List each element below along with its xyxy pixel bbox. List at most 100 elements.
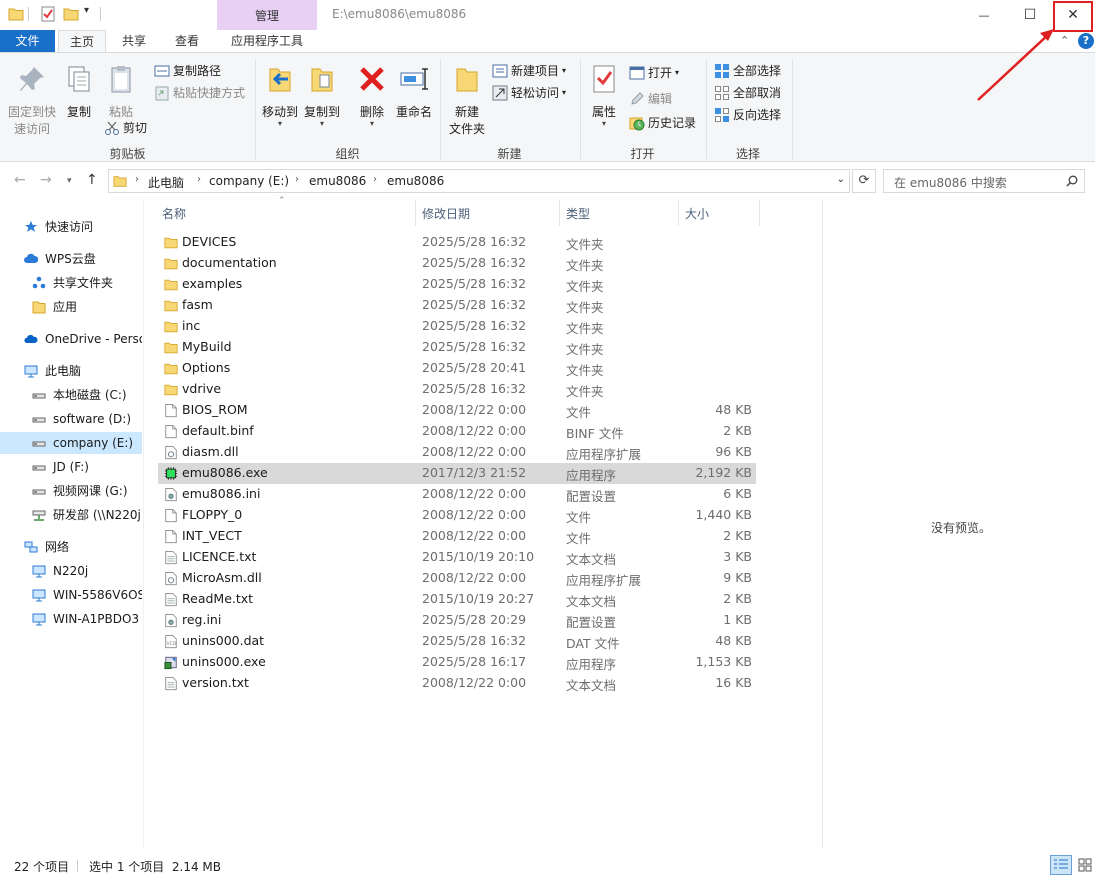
sidebar-item[interactable]: 共享文件夹 [0,272,142,294]
up-arrow-icon[interactable]: ↑ [86,172,98,188]
file-date: 2008/12/22 0:00 [422,444,527,459]
file-row[interactable]: emu8086.exe 2017/12/3 21:52 应用程序 2,192 KB [158,463,756,484]
history-button[interactable]: 历史记录 [629,113,696,133]
file-row[interactable]: LICENCE.txt 2015/10/19 20:10 文本文档 3 KB [158,547,756,568]
file-row[interactable]: MyBuild 2025/5/28 16:32 文件夹 [158,337,756,358]
address-dropdown-icon[interactable]: ⌄ [837,174,845,185]
properties-button[interactable]: 属性 ▾ [588,63,620,128]
pin-quick-access-button[interactable]: 固定到快 速访问 [6,63,58,138]
copy-to-icon [311,68,333,92]
back-arrow-icon[interactable]: ← [14,172,26,188]
column-header-type[interactable]: 类型 [566,205,590,222]
file-type: 应用程序 [566,657,617,672]
sidebar-item[interactable]: company (E:) [0,432,142,454]
file-row[interactable]: emu8086.ini 2008/12/22 0:00 配置设置 6 KB [158,484,756,505]
file-row[interactable]: version.txt 2008/12/22 0:00 文本文档 16 KB [158,673,756,694]
copy-path-button[interactable]: 复制路径 [154,61,221,81]
file-row[interactable]: MicroAsm.dll 2008/12/22 0:00 应用程序扩展 9 KB [158,568,756,589]
rename-button[interactable]: 重命名 [394,63,434,121]
sidebar-item[interactable]: 此电脑 [0,360,142,382]
sidebar-item[interactable]: WIN-A1PBDO3 [0,608,142,630]
recent-locations-icon[interactable]: ▾ [67,176,72,186]
search-input[interactable]: 在 emu8086 中搜索 [883,169,1085,193]
paste-shortcut-button[interactable]: 粘贴快捷方式 [154,83,245,103]
file-size: 9 KB [723,570,752,585]
file-row[interactable]: reg.ini 2025/5/28 20:29 配置设置 1 KB [158,610,756,631]
easy-access-button[interactable]: 轻松访问 ▾ [492,83,566,103]
file-row[interactable]: FLOPPY_0 2008/12/22 0:00 文件 1,440 KB [158,505,756,526]
move-to-button[interactable]: 移动到 ▾ [260,63,300,128]
file-row[interactable]: documentation 2025/5/28 16:32 文件夹 [158,253,756,274]
copy-button[interactable]: 复制 [60,63,98,121]
sidebar-item[interactable]: 应用 [0,296,142,318]
refresh-button[interactable]: ⟳ [852,169,876,193]
sidebar-item[interactable]: 视频网课 (G:) [0,480,142,502]
tab-view[interactable]: 查看 [163,30,211,52]
cut-button[interactable]: 剪切 [104,118,147,138]
sidebar-item-label: 共享文件夹 [53,276,114,290]
sidebar-item-label: WPS云盘 [45,252,96,266]
column-header-size[interactable]: 大小 [685,205,709,222]
invert-selection-button[interactable]: 反向选择 [714,105,781,125]
file-row[interactable]: vdrive 2025/5/28 16:32 文件夹 [158,379,756,400]
copy-to-button[interactable]: 复制到 ▾ [302,63,342,128]
breadcrumb-this-pc[interactable]: 此电脑 [148,174,184,191]
invert-selection-icon [715,108,729,122]
collapse-ribbon-icon[interactable]: ⌃ [1060,34,1069,47]
file-row[interactable]: unins000.exe 2025/5/28 16:17 应用程序 1,153 KB [158,652,756,673]
sidebar-item-label: 快速访问 [45,220,94,234]
file-row[interactable]: Options 2025/5/28 20:41 文件夹 [158,358,756,379]
paste-button[interactable]: 粘贴 [102,63,140,121]
tab-app-tools[interactable]: 应用程序工具 [217,30,317,52]
breadcrumb-emu8086-parent[interactable]: emu8086 [309,174,366,188]
select-all-button[interactable]: 全部选择 [714,61,781,81]
select-none-button[interactable]: 全部取消 [714,83,781,103]
forward-arrow-icon[interactable]: → [40,172,52,188]
delete-button[interactable]: 删除 ▾ [354,63,390,128]
customize-quick-access-icon[interactable]: ▾ [84,5,89,16]
sidebar-item[interactable]: WPS云盘 [0,248,142,270]
breadcrumb-emu8086-current[interactable]: emu8086 [387,174,444,188]
file-row[interactable]: default.binf 2008/12/22 0:00 BINF 文件 2 KB [158,421,756,442]
search-placeholder: 在 emu8086 中搜索 [894,176,1007,190]
file-row[interactable]: BIOS_ROM 2008/12/22 0:00 文件 48 KB [158,400,756,421]
tab-home[interactable]: 主页 [58,30,106,52]
breadcrumb-drive[interactable]: company (E:) [209,174,289,188]
file-row[interactable]: DEVICES 2025/5/28 16:32 文件夹 [158,232,756,253]
file-row[interactable]: VCD unins000.dat 2025/5/28 16:32 DAT 文件 48 K… [158,631,756,652]
file-date: 2025/5/28 20:41 [422,360,527,375]
sidebar-item[interactable]: WIN-5586V6OS [0,584,142,606]
sidebar-item[interactable]: 快速访问 [0,216,142,238]
sidebar-item[interactable]: N220j [0,560,142,582]
file-row[interactable]: INT_VECT 2008/12/22 0:00 文件 2 KB [158,526,756,547]
sidebar-item[interactable]: 网络 [0,536,142,558]
network-drive-icon [32,510,46,521]
column-header-date[interactable]: 修改日期 [422,205,470,222]
new-folder-button[interactable]: 新建 文件夹 [446,63,488,138]
sidebar-item[interactable]: 研发部 (\\N220j) [0,504,142,526]
file-type: 文件 [566,510,592,525]
large-icons-view-button[interactable] [1075,855,1095,875]
address-bar[interactable]: › 此电脑 › company (E:) › emu8086 › emu8086… [108,169,850,193]
search-icon [1066,175,1078,187]
sidebar-item[interactable]: OneDrive - Personal [0,328,142,350]
tab-file[interactable]: 文件 [0,30,55,52]
new-folder-quick-icon[interactable] [63,6,79,22]
file-row[interactable]: inc 2025/5/28 16:32 文件夹 [158,316,756,337]
details-view-button[interactable] [1050,855,1072,875]
sidebar-item[interactable]: 本地磁盘 (C:) [0,384,142,406]
file-row[interactable]: fasm 2025/5/28 16:32 文件夹 [158,295,756,316]
sidebar-item[interactable]: JD (F:) [0,456,142,478]
edit-button[interactable]: 编辑 [629,89,672,109]
help-icon[interactable]: ? [1078,33,1094,49]
sidebar-item[interactable]: software (D:) [0,408,142,430]
open-button[interactable]: 打开 ▾ [629,63,679,83]
file-row[interactable]: ReadMe.txt 2015/10/19 20:27 文本文档 2 KB [158,589,756,610]
file-row[interactable]: examples 2025/5/28 16:32 文件夹 [158,274,756,295]
new-item-button[interactable]: 新建项目 ▾ [492,61,566,81]
history-icon [629,117,645,131]
tab-share[interactable]: 共享 [110,30,158,52]
properties-quick-icon[interactable] [40,6,56,22]
column-header-name[interactable]: 名称 [162,205,186,222]
file-row[interactable]: diasm.dll 2008/12/22 0:00 应用程序扩展 96 KB [158,442,756,463]
